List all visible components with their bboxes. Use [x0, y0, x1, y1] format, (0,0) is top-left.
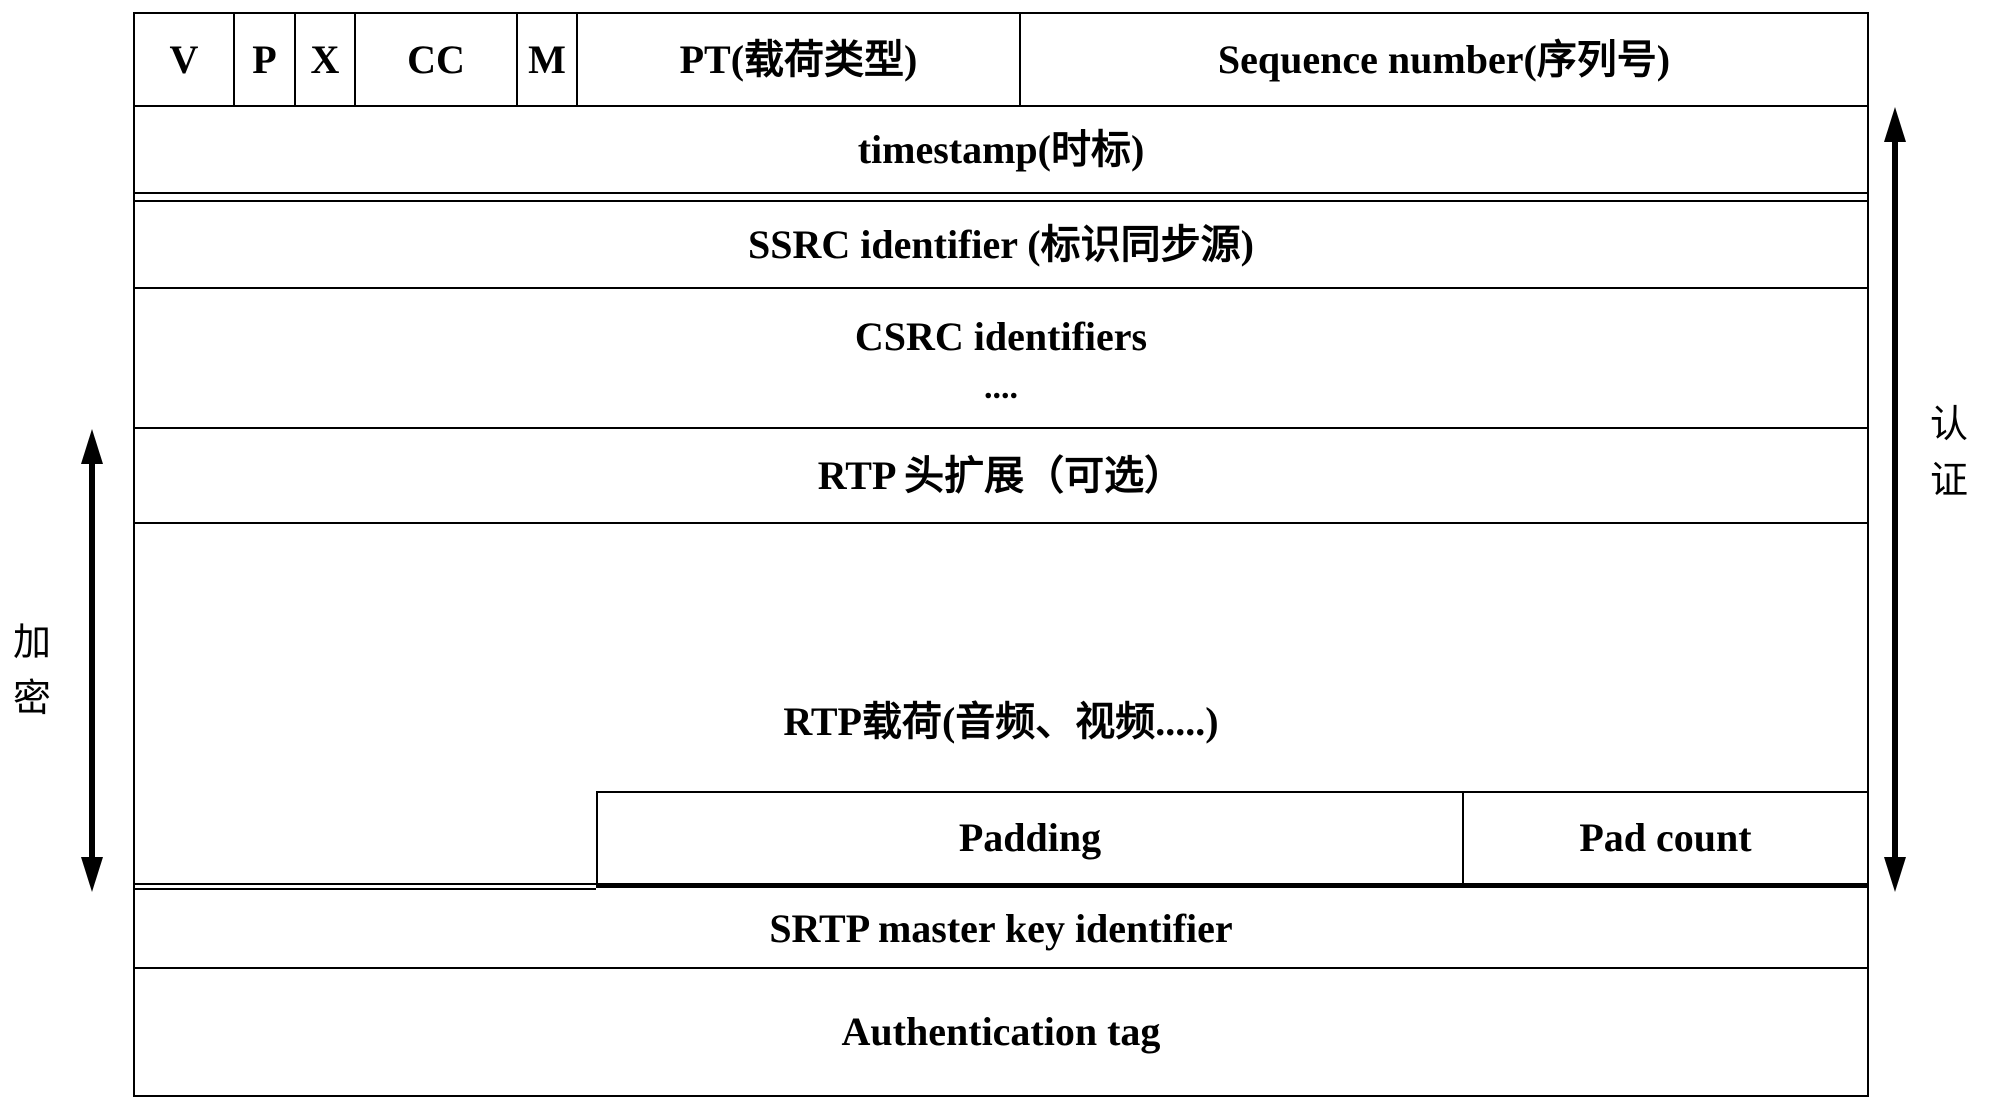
- encryption-char: 加: [12, 622, 51, 664]
- authentication-label: 认 证: [1929, 397, 1969, 509]
- row-label: Authentication tag: [841, 1009, 1161, 1054]
- field-label: V: [169, 36, 199, 82]
- field-label: M: [528, 36, 566, 82]
- encryption-char: 密: [12, 678, 51, 720]
- field-extension-flag: X: [296, 14, 354, 105]
- authentication-char: 认: [1929, 404, 1968, 446]
- row-label: timestamp(时标): [857, 126, 1145, 172]
- field-label: P: [252, 36, 277, 82]
- field-label: PT(载荷类型): [679, 36, 918, 82]
- csrc-ellipsis: ....: [984, 369, 1018, 406]
- row-label: CSRC identifiers: [854, 314, 1148, 359]
- row-divider: [133, 192, 1869, 194]
- row-csrc: CSRC identifiers ....: [135, 289, 1867, 427]
- field-payload-type: PT(载荷类型): [578, 14, 1019, 105]
- encryption-arrow-shaft: [89, 462, 95, 860]
- field-csrc-count: CC: [356, 14, 516, 105]
- authentication-arrow-down-icon: [1884, 857, 1906, 892]
- field-version: V: [135, 14, 233, 105]
- encryption-arrow-up-icon: [81, 429, 103, 464]
- authentication-char: 证: [1929, 460, 1968, 502]
- field-sequence-number: Sequence number(序列号): [1021, 14, 1867, 105]
- row-timestamp: timestamp(时标): [135, 107, 1867, 192]
- encryption-arrow-down-icon: [81, 857, 103, 892]
- field-label: X: [310, 36, 340, 82]
- field-padding: Padding: [598, 793, 1462, 883]
- field-label: Sequence number(序列号): [1217, 36, 1671, 82]
- field-padding-flag: P: [235, 14, 294, 105]
- row-label: SSRC identifier (标识同步源): [748, 221, 1254, 267]
- row-header-extension: RTP 头扩展（可选）: [135, 429, 1867, 522]
- field-label: Pad count: [1579, 815, 1752, 860]
- authentication-arrow-up-icon: [1884, 107, 1906, 142]
- row-divider: [133, 883, 596, 885]
- row-label: SRTP master key identifier: [769, 905, 1233, 951]
- row-label: RTP载荷(音频、视频.....): [783, 698, 1219, 744]
- row-label: RTP 头扩展（可选）: [817, 452, 1185, 498]
- field-label: Padding: [958, 815, 1102, 860]
- row-authentication-tag: Authentication tag: [135, 969, 1867, 1095]
- field-label: CC: [407, 36, 465, 82]
- field-marker: M: [518, 14, 576, 105]
- field-pad-count: Pad count: [1464, 793, 1867, 883]
- row-ssrc: SSRC identifier (标识同步源): [135, 202, 1867, 287]
- row-mki: SRTP master key identifier: [135, 890, 1867, 967]
- encryption-label: 加 密: [12, 615, 52, 727]
- authentication-arrow-shaft: [1892, 140, 1898, 860]
- row-payload: RTP载荷(音频、视频.....): [135, 524, 1867, 791]
